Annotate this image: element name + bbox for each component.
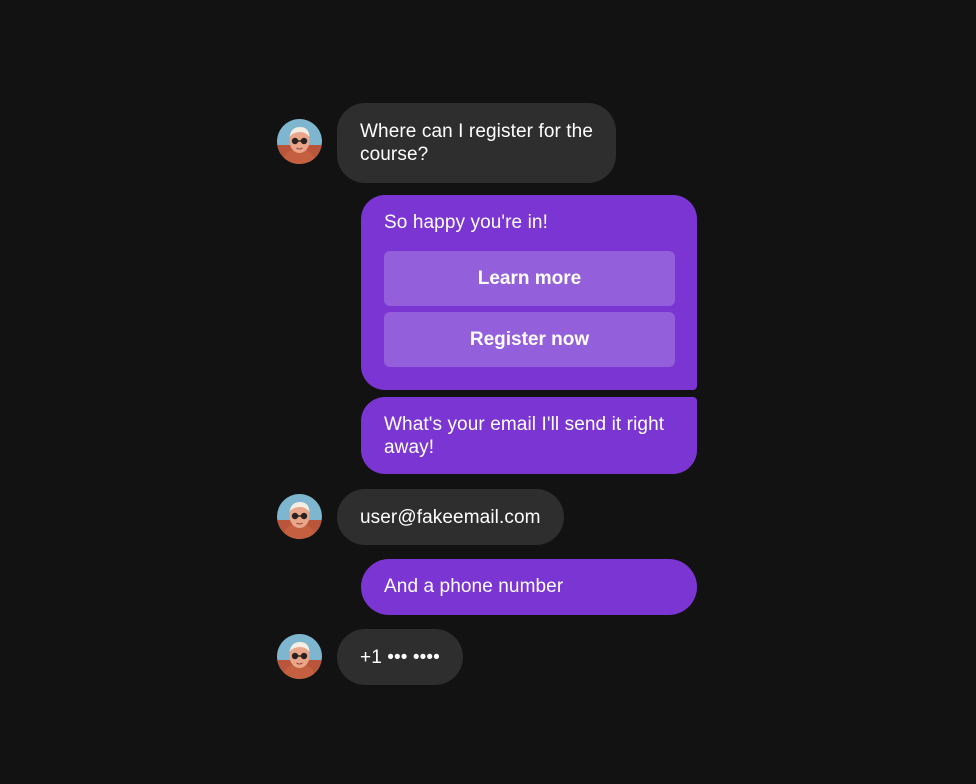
message-text: So happy you're in! (384, 212, 548, 233)
bot-message-bubble: What's your email I'll send it right awa… (361, 397, 697, 474)
bot-message-card: So happy you're in! Learn more Register … (361, 195, 697, 390)
user-message-bubble: +1 ••• •••• (337, 629, 463, 685)
user-avatar-icon (277, 119, 322, 164)
user-avatar-icon (277, 494, 322, 539)
message-text: Where can I register for the course? (360, 121, 594, 165)
message-text: And a phone number (384, 576, 564, 597)
register-now-button[interactable]: Register now (384, 312, 675, 367)
user-message-bubble: Where can I register for the course? (337, 103, 616, 183)
message-text: +1 ••• •••• (360, 647, 440, 668)
user-avatar-icon (277, 634, 322, 679)
learn-more-button[interactable]: Learn more (384, 251, 675, 306)
message-text: user@fakeemail.com (360, 507, 541, 528)
user-message-bubble: user@fakeemail.com (337, 489, 564, 545)
chat-canvas: Where can I register for the course? So … (0, 0, 976, 784)
message-text: What's your email I'll send it right awa… (384, 414, 665, 458)
bot-message-bubble: And a phone number (361, 559, 697, 615)
